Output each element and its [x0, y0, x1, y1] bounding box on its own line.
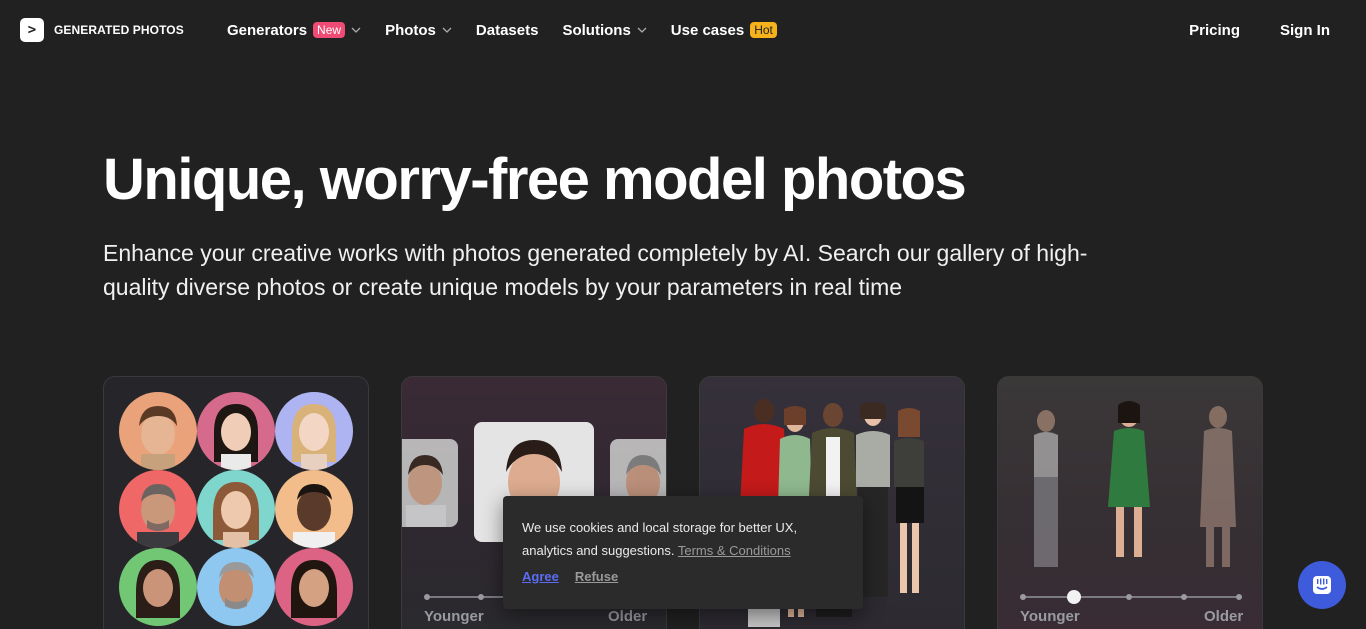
body-slider-step [1236, 594, 1242, 600]
terms-link[interactable]: Terms & Conditions [678, 543, 791, 558]
main-menu: Generators New Photos Datasets Solutions… [227, 0, 801, 60]
chat-button[interactable] [1298, 561, 1346, 609]
new-badge: New [313, 22, 346, 38]
nav-right: Pricing Sign In [1189, 0, 1330, 60]
body-models-image [1034, 401, 1236, 567]
face-image [402, 439, 458, 527]
pricing-link[interactable]: Pricing [1189, 22, 1240, 39]
hot-badge: Hot [750, 22, 777, 38]
nav-item-label: Photos [385, 21, 436, 39]
face-image [275, 392, 353, 470]
nav-item-label: Datasets [475, 21, 539, 39]
face-image [197, 392, 275, 470]
older-label: Older [1204, 608, 1244, 625]
agree-button[interactable]: Agree [522, 569, 559, 584]
cookie-banner: We use cookies and local storage for bet… [503, 496, 863, 609]
face-image [197, 470, 275, 548]
faces-generator-card[interactable] [103, 376, 369, 629]
older-label: Older [608, 608, 648, 625]
nav-item-label: Solutions [562, 21, 631, 39]
logo[interactable]: > GENERATED PHOTOS [20, 18, 184, 42]
nav-item-label: Generators [227, 21, 308, 39]
younger-label: Younger [1020, 608, 1080, 625]
nav-item-solutions[interactable]: Solutions [562, 21, 647, 39]
body-slider-track[interactable] [1022, 596, 1242, 598]
nav-item-generators[interactable]: Generators New [227, 22, 361, 39]
younger-label: Younger [424, 608, 484, 625]
age-slider-step [424, 594, 430, 600]
hero-subtitle: Enhance your creative works with photos … [103, 240, 1088, 300]
cookie-actions: Agree Refuse [522, 569, 844, 584]
cookie-message: We use cookies and local storage for bet… [522, 516, 844, 562]
refuse-button[interactable]: Refuse [575, 569, 618, 584]
body-slider-step [1181, 594, 1187, 600]
nav-item-datasets[interactable]: Datasets [476, 22, 539, 39]
nav-item-photos[interactable]: Photos [385, 22, 452, 39]
chevron-down-icon [637, 27, 647, 33]
face-image [275, 470, 353, 548]
hero-title: Unique, worry-free model photos [103, 147, 967, 212]
sign-in-link[interactable]: Sign In [1280, 22, 1330, 39]
face-image [119, 392, 197, 470]
nav-item-use-cases[interactable]: Use cases Hot [671, 22, 777, 39]
face-image [197, 548, 275, 626]
face-image [275, 548, 353, 626]
logo-icon: > [20, 18, 44, 42]
body-slider-step [1020, 594, 1026, 600]
face-image [119, 548, 197, 626]
chat-icon [1313, 576, 1331, 594]
body-slider-handle[interactable] [1067, 590, 1081, 604]
top-navigation: > GENERATED PHOTOS Generators New Photos… [0, 0, 1366, 60]
chevron-down-icon [351, 27, 361, 33]
body-slider-step [1126, 594, 1132, 600]
chevron-down-icon [442, 27, 452, 33]
nav-item-label: Use cases [670, 21, 745, 39]
face-image [119, 470, 197, 548]
logo-text: GENERATED PHOTOS [54, 23, 184, 37]
age-slider-step [478, 594, 484, 600]
body-generator-card[interactable]: Younger Older [997, 376, 1263, 629]
